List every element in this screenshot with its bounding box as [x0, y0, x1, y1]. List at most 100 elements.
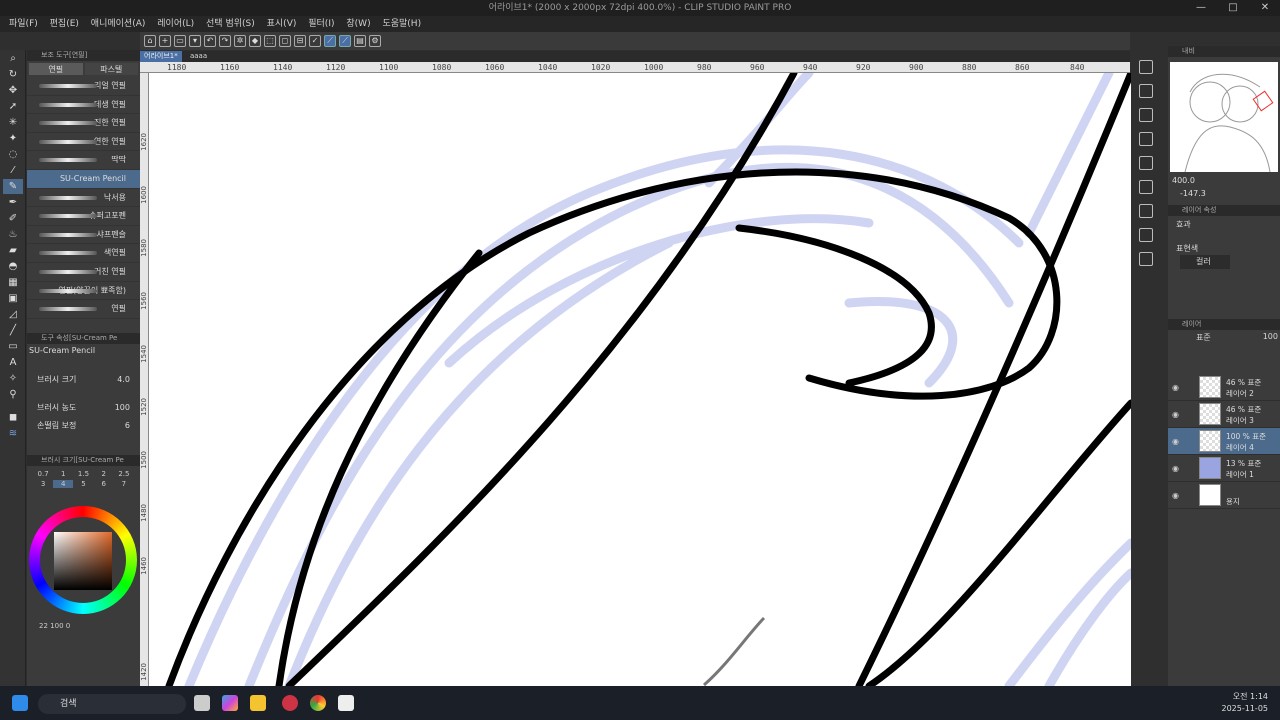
layer-row-selected[interactable]: ◉ 100 % 표준 레이어 4 — [1168, 428, 1280, 455]
brush-item[interactable]: 색연필 — [27, 244, 140, 263]
menu-animation[interactable]: 애니메이션(A) — [91, 19, 146, 29]
redo-icon[interactable]: ↷ — [219, 35, 231, 47]
menu-edit[interactable]: 편집(E) — [50, 19, 79, 29]
color-square[interactable] — [54, 531, 112, 590]
opacity-value[interactable]: 100 — [1263, 332, 1278, 341]
fill-icon[interactable]: ◆ — [249, 35, 261, 47]
brush-tool-icon[interactable]: ✐ — [3, 211, 23, 226]
open-icon[interactable]: ▭ — [174, 35, 186, 47]
size-option-selected[interactable]: 4 — [53, 479, 74, 488]
selection-tool-icon[interactable]: ◌ — [3, 147, 23, 162]
color-swatch-icon[interactable]: ◼ — [3, 410, 23, 425]
task-view-icon[interactable] — [194, 695, 210, 711]
layer-row[interactable]: ◉ 46 % 표준 레이어 2 — [1168, 374, 1280, 401]
zoom-tool-icon[interactable]: ⌕ — [3, 51, 23, 66]
size-option[interactable]: 1.5 — [73, 470, 93, 478]
brush-item[interactable]: 딱딱 — [27, 151, 140, 170]
close-icon[interactable] — [1139, 84, 1153, 98]
settings-icon[interactable]: ⚙ — [369, 35, 381, 47]
brush-item[interactable]: 리얼 연필 — [27, 77, 140, 96]
brush-item[interactable]: 거친 연필 — [27, 263, 140, 282]
rotate-tool-icon[interactable]: ↻ — [3, 67, 23, 82]
auto-select-tool-icon[interactable]: ✳ — [3, 115, 23, 130]
file-explorer-icon[interactable] — [250, 695, 266, 711]
reference-icon[interactable]: ▤ — [354, 35, 366, 47]
menu-layer[interactable]: 레이어(L) — [157, 19, 194, 29]
brush-item[interactable]: 샤프펜슬 — [27, 226, 140, 245]
airbrush-tool-icon[interactable]: ♨ — [3, 227, 23, 242]
brush-item[interactable]: 연필 — [27, 300, 140, 319]
pen-tool-icon[interactable]: ✒ — [3, 195, 23, 210]
taskbar-search[interactable]: 검색 — [38, 694, 186, 714]
size-option[interactable]: 7 — [114, 480, 134, 488]
copy-icon[interactable] — [1139, 108, 1153, 122]
size-option[interactable]: 2 — [94, 470, 114, 478]
close-button[interactable]: ✕ — [1250, 0, 1280, 16]
brush-item[interactable]: 슈퍼고포펜 — [27, 207, 140, 226]
size-option[interactable]: 0.7 — [33, 470, 53, 478]
folder-icon[interactable] — [1139, 156, 1153, 170]
balloon-tool-icon[interactable]: ▭ — [3, 339, 23, 354]
expression-color-select[interactable]: 컬러 — [1180, 255, 1230, 269]
eraser-tool-icon[interactable]: ▰ — [3, 243, 23, 258]
eyedropper-tool-icon[interactable]: ⁄ — [3, 163, 23, 178]
brush-item[interactable]: 낙서용 — [27, 189, 140, 208]
save-icon[interactable]: ▾ — [189, 35, 201, 47]
line-tool-icon[interactable]: ╱ — [3, 323, 23, 338]
snap-special-ruler-icon[interactable]: ⟋ — [324, 35, 336, 47]
frame-tool-icon[interactable]: ◿ — [3, 307, 23, 322]
menu-window[interactable]: 창(W) — [346, 19, 370, 29]
pencil-tool-icon[interactable]: ✎ — [3, 179, 23, 194]
size-option[interactable]: 3 — [33, 480, 53, 488]
brush-size-row[interactable]: 브러시 크기 4.0 — [27, 371, 140, 389]
figure-tool-icon[interactable]: ▣ — [3, 291, 23, 306]
size-option[interactable]: 1 — [53, 470, 73, 478]
layer-row[interactable]: ◉ 13 % 표준 레이어 1 — [1168, 455, 1280, 482]
app-icon[interactable] — [282, 695, 298, 711]
menu-filter[interactable]: 필터(I) — [308, 19, 334, 29]
loading-icon[interactable]: ✲ — [234, 35, 246, 47]
text-tool-icon[interactable]: A — [3, 355, 23, 370]
undo-icon[interactable]: ↶ — [204, 35, 216, 47]
size-option[interactable]: 2.5 — [114, 470, 134, 478]
system-clock[interactable]: 오전 1:14 2025-11-05 — [1222, 691, 1269, 715]
density-row[interactable]: 브러시 농도 100 — [27, 399, 140, 417]
crop-icon[interactable]: ⊟ — [294, 35, 306, 47]
size-option[interactable]: 5 — [73, 480, 93, 488]
doc-tab-active[interactable]: 어라이브1* — [140, 51, 182, 62]
export-icon[interactable] — [1139, 252, 1153, 266]
close-icon[interactable] — [1139, 132, 1153, 146]
fill-tool-icon[interactable]: ◓ — [3, 259, 23, 274]
brush-item[interactable]: 진한 연필 — [27, 114, 140, 133]
gradient-tool-icon[interactable]: ▦ — [3, 275, 23, 290]
minimize-button[interactable]: — — [1186, 0, 1216, 16]
operation-tool-icon[interactable]: ➚ — [3, 99, 23, 114]
rotation-value[interactable]: -147.3 — [1180, 189, 1206, 198]
stamp-tool-icon[interactable]: ⚲ — [3, 387, 23, 402]
snap-grid-icon[interactable]: ⟋ — [339, 35, 351, 47]
color-swap-icon[interactable]: ≋ — [3, 426, 23, 441]
zoom-value[interactable]: 400.0 — [1172, 176, 1195, 185]
tab-pastel[interactable]: 파스텔 — [84, 63, 138, 75]
chrome-icon[interactable] — [310, 695, 326, 711]
tab-pencil[interactable]: 연필 — [29, 63, 83, 75]
menu-help[interactable]: 도움말(H) — [382, 19, 421, 29]
brush-item[interactable]: 연필(양끝이 뾰족함) — [27, 282, 140, 301]
transform-icon[interactable]: ⬚ — [264, 35, 276, 47]
navigator-thumbnail[interactable] — [1170, 62, 1278, 173]
search-icon[interactable] — [1139, 60, 1153, 74]
copilot-icon[interactable] — [222, 695, 238, 711]
document-icon[interactable] — [1139, 204, 1153, 218]
layer-row[interactable]: ◉ 46 % 표준 레이어 3 — [1168, 401, 1280, 428]
brush-item[interactable]: 연한 연필 — [27, 133, 140, 152]
menu-view[interactable]: 표시(V) — [267, 19, 297, 29]
size-option[interactable]: 6 — [94, 480, 114, 488]
menu-selection[interactable]: 선택 범위(S) — [206, 19, 255, 29]
brush-item-selected[interactable]: SU-Cream Pencil — [27, 169, 140, 189]
move-tool-icon[interactable]: ✥ — [3, 83, 23, 98]
document-icon[interactable] — [1139, 228, 1153, 242]
stabilize-row[interactable]: 손떨림 보정 6 — [27, 417, 140, 435]
menu-file[interactable]: 파일(F) — [9, 19, 38, 29]
new-file-icon[interactable]: + — [159, 35, 171, 47]
windows-start-icon[interactable] — [12, 695, 28, 711]
